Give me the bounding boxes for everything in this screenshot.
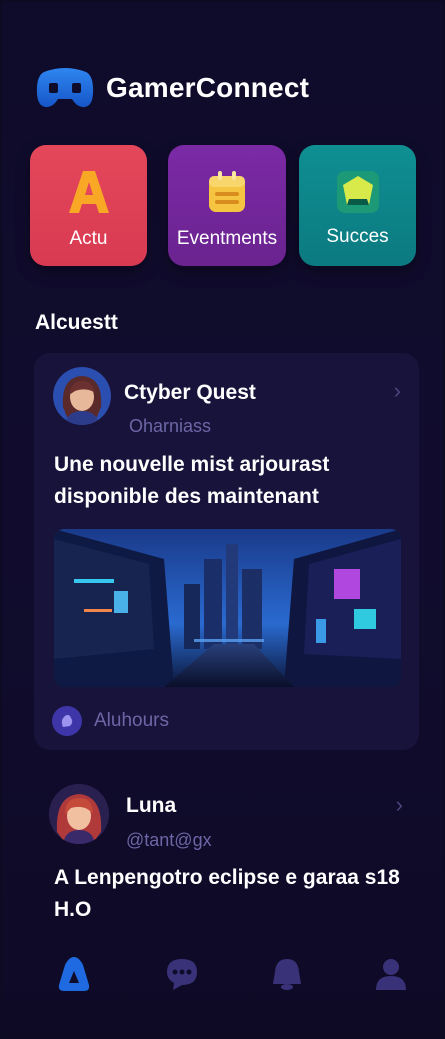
category-label: Actu [69, 228, 108, 249]
chevron-right-icon[interactable]: › [396, 792, 403, 818]
hours-badge-icon [52, 706, 82, 736]
calendar-icon [202, 167, 252, 217]
app-header: GamerConnect [36, 66, 309, 110]
category-actu-button[interactable]: Actu [30, 145, 147, 266]
category-label: Eventments [176, 228, 278, 249]
letter-a-icon [64, 167, 114, 217]
section-title: Alcuestt [35, 311, 118, 334]
gamepad-logo-icon [36, 68, 94, 108]
profile-icon [376, 959, 406, 990]
nav-home-button[interactable] [52, 952, 96, 996]
post-text: Une nouvelle mist arjourast disponible d… [54, 453, 330, 508]
post-image[interactable] [54, 529, 401, 687]
post-text: A Lenpengotro eclipse e garaa s18 H.O [54, 866, 400, 921]
post-footer: Aluhours [52, 706, 169, 736]
trophy-badge-icon [333, 167, 383, 217]
author-handle: @tant@gx [126, 830, 212, 850]
bottom-nav [2, 952, 443, 1002]
author-name: Ctyber Quest [124, 381, 256, 404]
author-handle: Oharniass [129, 416, 212, 436]
post-footer-text: Aluhours [94, 710, 169, 731]
chevron-right-icon[interactable]: › [394, 378, 401, 404]
app-screen: GamerConnect Actu Eventments Succes Alcu… [2, 2, 443, 1037]
category-events-button[interactable]: Eventments [168, 145, 286, 266]
category-label: Succes [326, 226, 389, 247]
avatar[interactable] [49, 784, 109, 844]
bell-icon [273, 959, 301, 990]
post-card[interactable]: Luna @tant@gx › A Lenpengotro eclipse e … [2, 782, 443, 932]
nav-profile-button[interactable] [369, 952, 413, 996]
category-succes-button[interactable]: Succes [299, 145, 416, 266]
chat-icon [167, 959, 197, 990]
app-title: GamerConnect [106, 72, 310, 103]
nav-alerts-button[interactable] [265, 952, 309, 996]
post-card[interactable]: Ctyber Quest Oharniass › Une nouvelle mi… [34, 353, 419, 750]
nav-chat-button[interactable] [160, 952, 204, 996]
home-icon [58, 957, 90, 991]
avatar[interactable] [53, 367, 111, 425]
author-name: Luna [126, 794, 177, 817]
